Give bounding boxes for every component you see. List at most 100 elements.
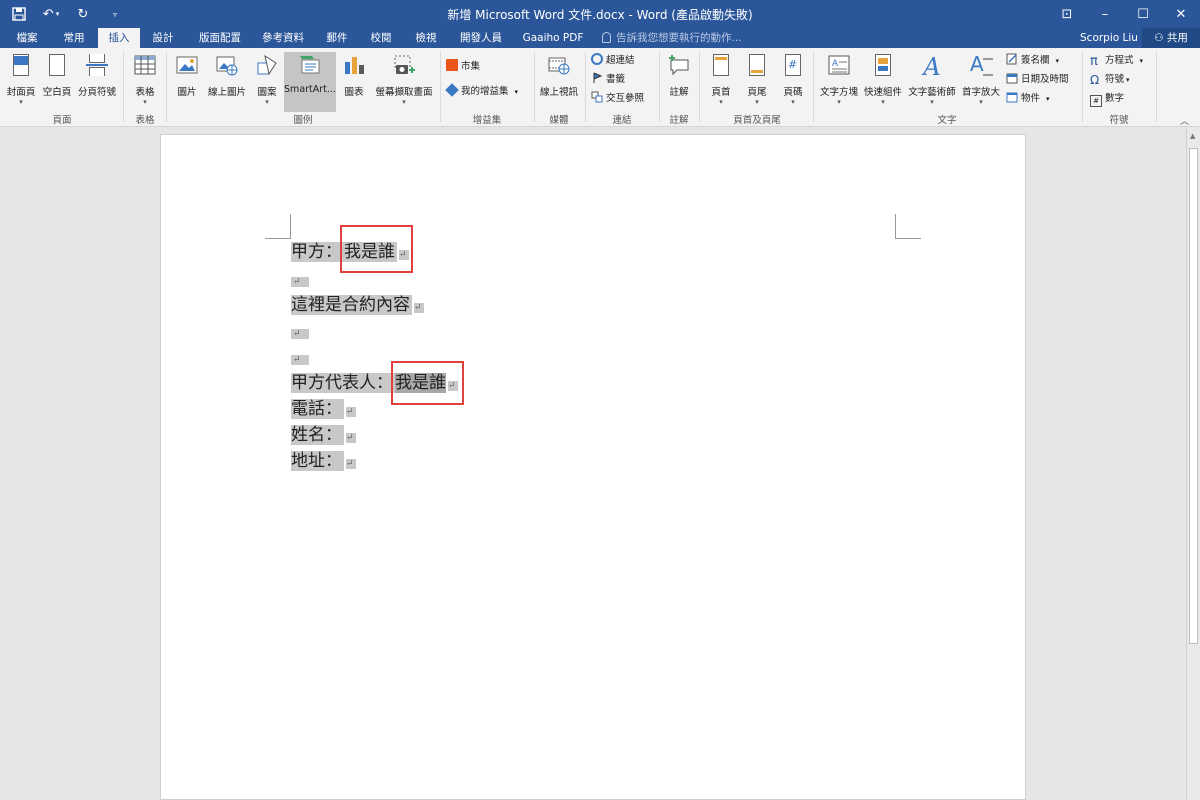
tell-me-box[interactable]: 告訴我您想要執行的動作... bbox=[602, 28, 742, 48]
symbol-button[interactable]: Ω 符號 ▾ bbox=[1090, 71, 1130, 89]
signature-line-button[interactable]: 簽名欄 ▾ bbox=[1006, 52, 1059, 70]
bookmark-icon bbox=[591, 72, 603, 84]
online-picture-icon bbox=[216, 54, 238, 80]
drop-cap-button[interactable]: A 首字放大 ▾ bbox=[960, 52, 1002, 112]
tab-gaaiho-pdf[interactable]: Gaaiho PDF bbox=[518, 28, 588, 48]
object-button[interactable]: 物件 ▾ bbox=[1006, 90, 1050, 108]
chart-button[interactable]: 圖表 bbox=[340, 52, 368, 112]
date-time-button[interactable]: 日期及時間 bbox=[1006, 71, 1069, 89]
tab-layout[interactable]: 版面配置 bbox=[190, 28, 250, 48]
maximize-button[interactable]: ☐ bbox=[1124, 0, 1162, 28]
online-picture-button[interactable]: 線上圖片 bbox=[204, 52, 250, 112]
undo-icon[interactable]: ↶ ▾ bbox=[38, 2, 64, 26]
tab-file[interactable]: 檔案 bbox=[4, 28, 50, 48]
my-addins-button[interactable]: 我的增益集 ▾ bbox=[445, 83, 518, 101]
tab-view[interactable]: 檢視 bbox=[406, 28, 446, 48]
hyperlink-icon bbox=[591, 53, 603, 65]
group-text-label: 文字 bbox=[937, 115, 957, 126]
tab-mailings[interactable]: 郵件 bbox=[318, 28, 356, 48]
ribbon-display-options-icon[interactable]: ⊡ bbox=[1048, 0, 1086, 28]
online-video-label: 線上視訊 bbox=[539, 87, 578, 98]
bookmark-label: 書籤 bbox=[606, 74, 626, 85]
table-icon bbox=[134, 54, 156, 80]
equation-label: 方程式 bbox=[1105, 55, 1134, 66]
shapes-button[interactable]: 圖案 ▾ bbox=[252, 52, 282, 112]
tab-design[interactable]: 設計 bbox=[144, 28, 182, 48]
page-number-icon: # bbox=[782, 54, 804, 80]
tell-me-text: 告訴我您想要執行的動作... bbox=[616, 32, 742, 44]
empty-paragraph[interactable]: ↵ bbox=[291, 266, 309, 292]
page-number-button[interactable]: # 頁碼 ▾ bbox=[777, 52, 809, 112]
drop-cap-label: 首字放大 bbox=[961, 87, 1000, 98]
paragraph-contract-content[interactable]: 這裡是合約內容 ↵ bbox=[291, 292, 424, 318]
scroll-thumb[interactable] bbox=[1189, 148, 1198, 644]
smartart-label: SmartArt... bbox=[284, 84, 336, 95]
page-break-button[interactable]: 分頁符號 bbox=[76, 52, 118, 112]
hyperlink-button[interactable]: 超連結 bbox=[591, 52, 635, 70]
paragraph-mark: ↵ bbox=[346, 459, 356, 469]
bookmark-button[interactable]: 書籤 bbox=[591, 71, 625, 89]
separator bbox=[813, 52, 814, 122]
wordart-button[interactable]: A 文字藝術師 ▾ bbox=[906, 52, 958, 112]
cover-page-button[interactable]: 封面頁 ▾ bbox=[4, 52, 38, 112]
tab-home[interactable]: 常用 bbox=[54, 28, 94, 48]
paragraph-name[interactable]: 姓名： ↵ bbox=[291, 422, 356, 448]
signature-icon bbox=[1006, 53, 1018, 65]
customize-qat-icon[interactable]: ▿ bbox=[102, 2, 128, 26]
minimize-button[interactable]: – bbox=[1086, 0, 1124, 28]
tab-review[interactable]: 校閱 bbox=[362, 28, 400, 48]
header-button[interactable]: 頁首 ▾ bbox=[705, 52, 737, 112]
party-a-label: 甲方： bbox=[291, 242, 344, 262]
share-label: 共用 bbox=[1166, 32, 1188, 44]
footer-label: 頁尾 bbox=[747, 87, 767, 98]
group-links-label: 連結 bbox=[612, 115, 632, 126]
equation-button[interactable]: π 方程式 ▾ bbox=[1090, 52, 1143, 70]
quick-parts-icon bbox=[872, 54, 894, 80]
online-video-button[interactable]: 線上視訊 bbox=[538, 52, 580, 112]
footer-button[interactable]: 頁尾 ▾ bbox=[741, 52, 773, 112]
table-button[interactable]: 表格 ▾ bbox=[128, 52, 162, 112]
cover-page-label: 封面頁 bbox=[6, 87, 36, 98]
object-icon bbox=[1006, 91, 1018, 103]
close-button[interactable]: ✕ bbox=[1162, 0, 1200, 28]
comment-label: 註解 bbox=[669, 87, 689, 98]
paragraph-mark: ↵ bbox=[291, 277, 309, 287]
blank-page-button[interactable]: 空白頁 bbox=[40, 52, 74, 112]
tab-references[interactable]: 參考資料 bbox=[254, 28, 312, 48]
bar-chart-icon bbox=[343, 54, 365, 80]
text-box-label: 文字方塊 bbox=[819, 87, 858, 98]
tab-insert[interactable]: 插入 bbox=[98, 28, 140, 48]
paragraph-phone[interactable]: 電話： ↵ bbox=[291, 396, 356, 422]
comment-button[interactable]: 註解 bbox=[663, 52, 695, 112]
collapse-ribbon-icon[interactable]: ︿ bbox=[1180, 114, 1189, 127]
page-number-label: 頁碼 bbox=[783, 87, 803, 98]
share-button[interactable]: ⚇ 共用 bbox=[1142, 28, 1200, 48]
text-box-button[interactable]: A 文字方塊 ▾ bbox=[818, 52, 860, 112]
group-comments-label: 註解 bbox=[669, 115, 689, 126]
redo-icon[interactable]: ↻ bbox=[70, 2, 96, 26]
screenshot-button[interactable]: 螢幕擷取畫面 ▾ bbox=[372, 52, 436, 112]
number-button[interactable]: # 數字 bbox=[1090, 90, 1124, 108]
page-break-label: 分頁符號 bbox=[77, 87, 116, 98]
omega-icon: Ω bbox=[1090, 73, 1100, 87]
store-button[interactable]: 市集 bbox=[446, 58, 480, 76]
ribbon-tabs: 檔案 常用 插入 設計 版面配置 參考資料 郵件 校閱 檢視 開發人員 Gaai… bbox=[0, 28, 1200, 48]
smartart-button[interactable]: SmartArt... bbox=[284, 52, 336, 112]
vertical-scrollbar[interactable]: ▲ bbox=[1186, 128, 1200, 800]
cross-reference-button[interactable]: 交互參照 bbox=[591, 90, 644, 108]
tab-developer[interactable]: 開發人員 bbox=[452, 28, 510, 48]
calendar-icon bbox=[1006, 72, 1018, 84]
document-page[interactable]: 甲方： 我是誰 ↵ ↵ 這裡是合約內容 ↵ ↵ ↵ 甲方代表人： 我是誰 ↵ 電話： ↵ 姓… bbox=[160, 134, 1026, 800]
picture-button[interactable]: 圖片 bbox=[170, 52, 204, 112]
screenshot-icon bbox=[393, 54, 415, 80]
pi-icon: π bbox=[1090, 54, 1098, 69]
scroll-up-icon[interactable]: ▲ bbox=[1190, 132, 1195, 140]
save-icon[interactable] bbox=[6, 2, 32, 26]
quick-parts-button[interactable]: 快速組件 ▾ bbox=[862, 52, 904, 112]
header-label: 頁首 bbox=[711, 87, 731, 98]
empty-paragraph[interactable]: ↵ bbox=[291, 318, 309, 344]
user-name[interactable]: Scorpio Liu bbox=[1080, 28, 1138, 48]
paragraph-address[interactable]: 地址： ↵ bbox=[291, 448, 356, 474]
store-icon bbox=[446, 59, 458, 71]
empty-paragraph[interactable]: ↵ bbox=[291, 344, 309, 370]
